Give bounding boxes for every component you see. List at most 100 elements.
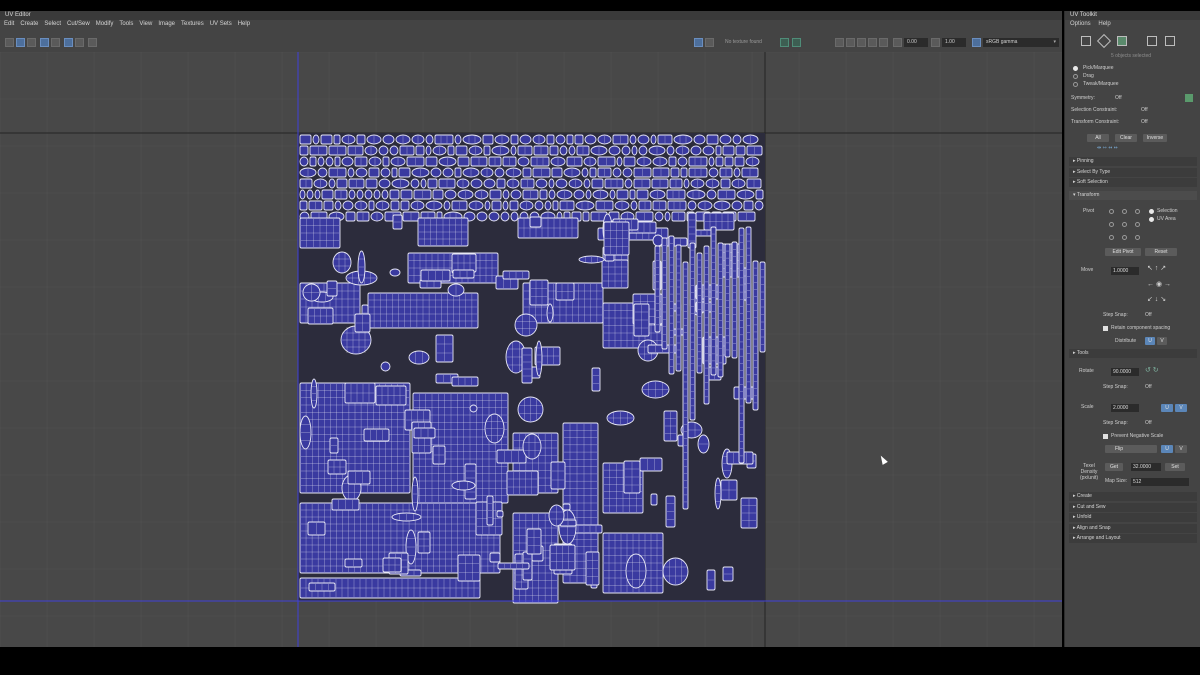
select-all-button[interactable]: All [1087, 134, 1109, 142]
pivot-point-radio[interactable] [1109, 235, 1114, 240]
image-display-icon[interactable] [27, 38, 36, 47]
texel-density-field[interactable]: 32.0000 [1131, 463, 1161, 471]
uv-shell[interactable] [621, 145, 631, 156]
rotate-ccw-cw-icon[interactable]: ↺ ↻ [1145, 367, 1159, 374]
uv-shell[interactable] [382, 134, 395, 145]
gamma-icon[interactable] [931, 38, 940, 47]
uv-shell[interactable] [715, 156, 724, 167]
uv-shell[interactable] [732, 134, 742, 145]
color-space-dropdown[interactable]: sRGB gamma ▾ [983, 38, 1059, 47]
symmetry-icon[interactable] [1185, 94, 1193, 102]
uv-shell[interactable] [497, 562, 530, 570]
menu-image[interactable]: Image [158, 20, 175, 29]
pivot-point-radio[interactable] [1122, 235, 1127, 240]
uv-shell[interactable] [667, 200, 687, 211]
paste-uv-icon[interactable] [879, 38, 888, 47]
pivot-point-radio[interactable] [1109, 222, 1114, 227]
menu-cut-sew[interactable]: Cut/Sew [67, 20, 90, 29]
uv-shell[interactable] [666, 145, 675, 156]
pivot-point-radio[interactable] [1135, 235, 1140, 240]
uv-shell[interactable] [510, 134, 519, 145]
uv-shell[interactable] [389, 189, 400, 200]
uv-shell[interactable] [408, 350, 430, 365]
exposure-icon[interactable] [893, 38, 902, 47]
uv-shell[interactable] [754, 200, 764, 211]
uv-shell[interactable] [650, 493, 658, 506]
uv-shell[interactable] [348, 189, 356, 200]
scale-u-button[interactable]: U [1161, 404, 1173, 412]
section-tools[interactable]: ▸ Tools [1069, 349, 1197, 358]
uv-viewport[interactable] [0, 52, 1062, 647]
uv-shell[interactable] [462, 134, 482, 145]
uv-shell[interactable] [355, 167, 368, 178]
uv-shell[interactable] [380, 167, 391, 178]
uv-shell[interactable] [575, 200, 595, 211]
pivot-point-radio[interactable] [1122, 209, 1127, 214]
move-step-snap-value[interactable]: Off [1145, 312, 1152, 319]
rotate-step-snap-value[interactable]: Off [1145, 384, 1152, 391]
uv-shell[interactable] [624, 178, 633, 189]
uv-shell[interactable] [470, 178, 483, 189]
uv-shell[interactable] [364, 189, 373, 200]
uv-shell[interactable] [509, 200, 519, 211]
uv-shell[interactable] [425, 145, 432, 156]
select-inverse-button[interactable]: Inverse [1143, 134, 1167, 142]
uv-shell[interactable] [496, 178, 506, 189]
texture-borders-icon[interactable] [64, 38, 73, 47]
isolate-add-icon[interactable] [792, 38, 801, 47]
uv-shell[interactable] [702, 145, 715, 156]
uv-shell[interactable] [521, 347, 533, 384]
menu-edit[interactable]: Edit [4, 20, 14, 29]
uv-shell[interactable] [496, 510, 504, 518]
uv-shell[interactable] [400, 189, 413, 200]
texel-get-button[interactable]: Get [1105, 463, 1123, 471]
color-management-icon[interactable] [972, 38, 981, 47]
uv-shell[interactable] [312, 134, 320, 145]
uv-shell[interactable] [693, 134, 706, 145]
uv-shell[interactable] [430, 167, 442, 178]
section-arrange-and-layout[interactable]: ▸ Arrange and Layout [1069, 534, 1197, 543]
uv-shell[interactable] [604, 178, 624, 189]
uv-mode-icon[interactable] [1096, 33, 1112, 49]
uv-shell[interactable] [457, 554, 481, 582]
uv-shell[interactable] [738, 227, 745, 464]
uv-shell[interactable] [519, 134, 532, 145]
uv-shell[interactable] [535, 340, 543, 377]
uv-shell[interactable] [690, 145, 702, 156]
uv-shell[interactable] [677, 156, 688, 167]
isolate-icon[interactable] [780, 38, 789, 47]
section-cut-and-sew[interactable]: ▸ Cut and Sew [1069, 503, 1197, 512]
uv-shell[interactable] [299, 145, 309, 156]
copy-uv-icon[interactable] [868, 38, 877, 47]
pivot-point-radio[interactable] [1135, 222, 1140, 227]
uv-shell[interactable] [546, 134, 555, 145]
uv-shell[interactable] [299, 156, 309, 167]
pivot-point-radio[interactable] [1109, 209, 1114, 214]
uv-shell[interactable] [345, 211, 356, 222]
uv-shell[interactable] [484, 200, 491, 211]
uv-shell[interactable] [616, 156, 623, 167]
pivot-point-radio[interactable] [1135, 209, 1140, 214]
uv-shell[interactable] [544, 200, 552, 211]
uv-shell[interactable] [328, 178, 336, 189]
section-pinning[interactable]: ▸ Pinning [1069, 157, 1197, 166]
uv-shell[interactable] [325, 156, 334, 167]
select-all-icon[interactable] [1147, 36, 1157, 46]
uv-shell[interactable] [314, 189, 321, 200]
uv-shell[interactable] [382, 156, 390, 167]
menu-select[interactable]: Select [44, 20, 61, 29]
uv-shell[interactable] [309, 156, 317, 167]
uv-shell[interactable] [668, 156, 677, 167]
uv-shell[interactable] [661, 237, 668, 350]
uv-shell[interactable] [668, 235, 675, 375]
uv-shell[interactable] [425, 156, 438, 167]
move-arrows-icon[interactable]: ↖ ↑ ↗ [1147, 265, 1166, 272]
uv-shell[interactable] [539, 189, 548, 200]
scale-v-button[interactable]: V [1175, 404, 1187, 412]
checker-icon[interactable] [40, 38, 49, 47]
uv-shell[interactable] [510, 189, 522, 200]
uv-shell[interactable] [356, 134, 366, 145]
flip-button[interactable]: Flip [1105, 445, 1157, 453]
uv-shell[interactable] [488, 211, 500, 222]
uv-shell[interactable] [454, 134, 462, 145]
